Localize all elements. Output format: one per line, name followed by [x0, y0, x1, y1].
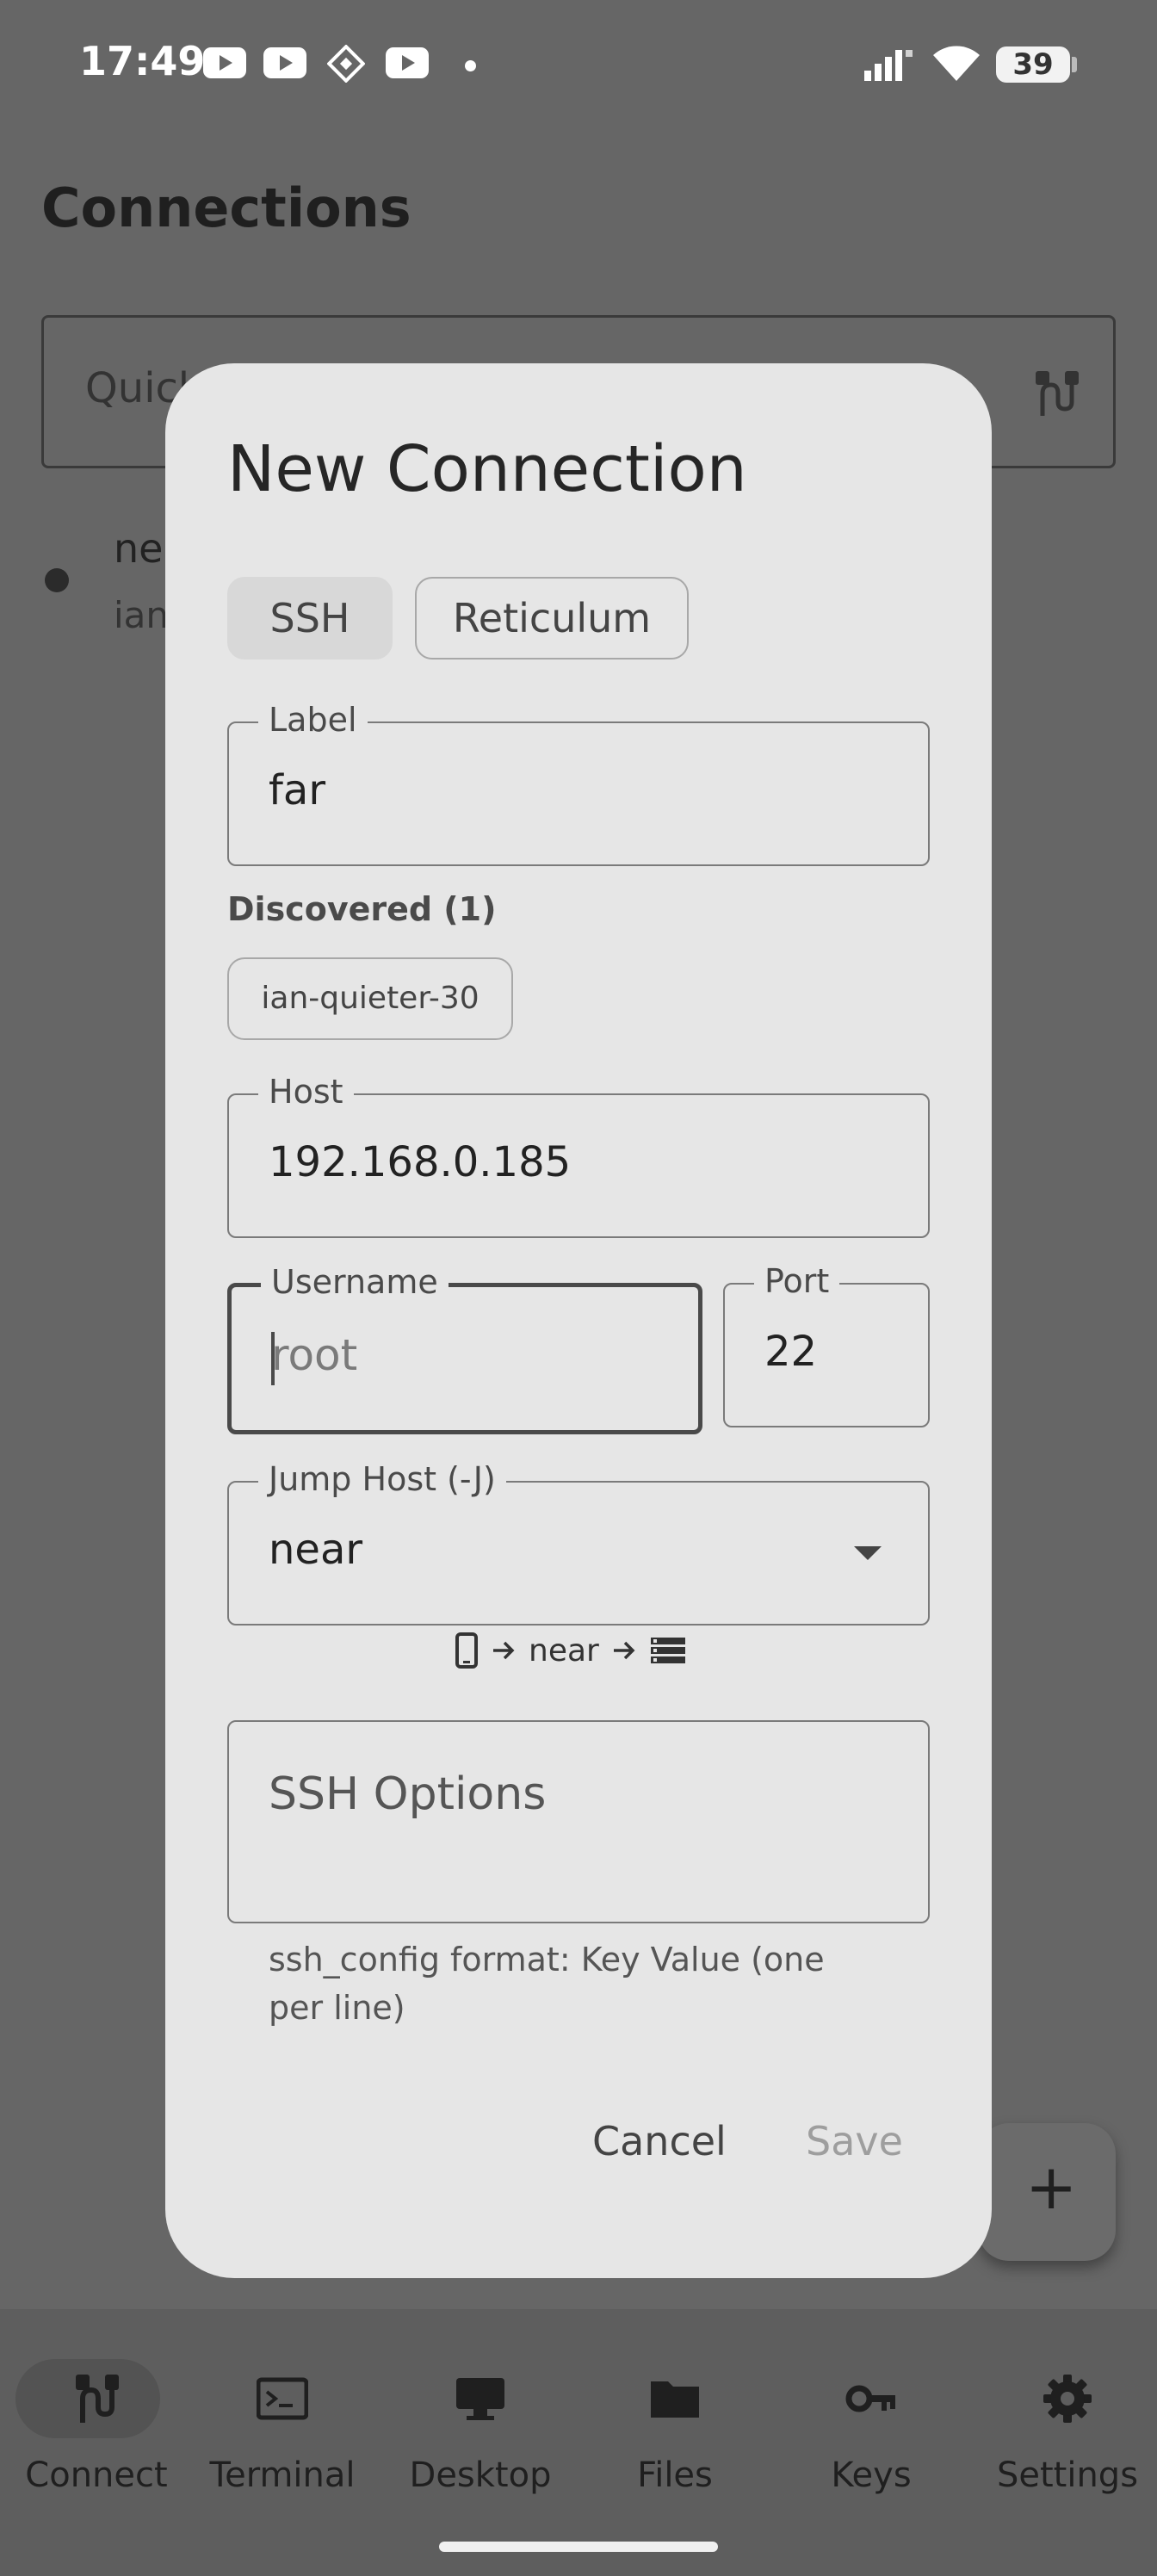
page-title: Connections: [41, 176, 411, 239]
save-button[interactable]: Save: [806, 2118, 903, 2164]
nav-label: Settings: [996, 2455, 1139, 2495]
nav-settings[interactable]: Settings: [971, 2335, 1157, 2507]
app-icon: [327, 45, 365, 83]
host-field-label: Host: [258, 1073, 354, 1111]
cable-icon: [76, 2375, 119, 2423]
wifi-icon: [933, 46, 980, 81]
arrow-right-icon: [493, 1641, 515, 1660]
nav-label: Terminal: [209, 2455, 356, 2495]
label-field[interactable]: Label far: [227, 701, 930, 866]
gear-icon: [1043, 2375, 1092, 2423]
label-field-value: far: [269, 766, 326, 814]
dialog-title: New Connection: [227, 432, 747, 506]
nav-keys[interactable]: Keys: [775, 2335, 968, 2507]
username-field-label: Username: [261, 1263, 449, 1301]
nav-terminal[interactable]: Terminal: [186, 2335, 379, 2507]
host-field[interactable]: Host 192.168.0.185: [227, 1073, 930, 1238]
jump-host-select[interactable]: Jump Host (-J) near: [227, 1460, 930, 1625]
tab-ssh[interactable]: SSH: [227, 577, 393, 659]
plus-icon: +: [1025, 2151, 1078, 2223]
connection-name[interactable]: ne: [114, 525, 163, 572]
text-cursor: [271, 1332, 275, 1385]
nav-label: Keys: [831, 2455, 912, 2495]
status-bar: 17:49 39: [0, 0, 1157, 129]
username-placeholder: root: [271, 1330, 358, 1380]
nav-label: Files: [637, 2455, 713, 2495]
port-field-label: Port: [754, 1262, 840, 1300]
nav-label: Desktop: [409, 2455, 552, 2495]
ssh-options-field[interactable]: SSH Options: [227, 1720, 930, 1923]
jump-host-value: near: [269, 1526, 363, 1574]
ssh-options-placeholder: SSH Options: [269, 1768, 547, 1820]
cable-icon[interactable]: [1030, 368, 1079, 419]
new-connection-dialog: New Connection SSH Reticulum Label far D…: [165, 363, 992, 2278]
jump-host-label: Jump Host (-J): [258, 1460, 506, 1498]
dot-icon: [465, 60, 476, 71]
discovered-host-chip[interactable]: ian-quieter-30: [227, 957, 513, 1040]
port-field[interactable]: Port 22: [723, 1262, 930, 1427]
arrow-right-icon: [613, 1641, 635, 1660]
nav-connect[interactable]: Connect: [0, 2335, 193, 2507]
discovered-heading: Discovered (1): [227, 890, 497, 928]
youtube-icon: [203, 47, 246, 78]
desktop-icon: [456, 2378, 504, 2420]
connection-subtitle: ian: [114, 594, 170, 636]
ssh-options-helper: ssh_config format: Key Value (one per li…: [269, 1941, 825, 2027]
connection-status-dot: [45, 568, 69, 592]
port-field-value: 22: [764, 1328, 818, 1376]
folder-icon: [651, 2381, 699, 2418]
dropdown-arrow-icon[interactable]: [854, 1546, 882, 1560]
terminal-icon: [257, 2377, 308, 2420]
key-icon: [845, 2385, 895, 2412]
signal-icon: [864, 50, 913, 81]
nav-files[interactable]: Files: [578, 2335, 771, 2507]
youtube-icon: [263, 47, 306, 78]
nav-label: Connect: [25, 2455, 168, 2495]
battery-icon: 39: [996, 46, 1077, 83]
tab-reticulum[interactable]: Reticulum: [415, 577, 689, 659]
add-connection-button[interactable]: +: [978, 2123, 1116, 2261]
nav-desktop[interactable]: Desktop: [384, 2335, 577, 2507]
route-via-host: near: [529, 1632, 599, 1669]
youtube-icon: [386, 47, 429, 78]
server-icon: [650, 1638, 685, 1663]
username-field[interactable]: Username root: [227, 1263, 702, 1434]
status-time: 17:49: [79, 38, 206, 84]
phone-icon: [455, 1632, 478, 1669]
cancel-button[interactable]: Cancel: [592, 2118, 727, 2164]
host-field-value: 192.168.0.185: [269, 1138, 572, 1186]
label-field-label: Label: [258, 701, 368, 739]
bottom-nav: Connect Terminal Desktop Files Keys Sett…: [0, 2309, 1157, 2576]
jump-route: near: [455, 1629, 687, 1672]
home-indicator[interactable]: [439, 2542, 718, 2552]
